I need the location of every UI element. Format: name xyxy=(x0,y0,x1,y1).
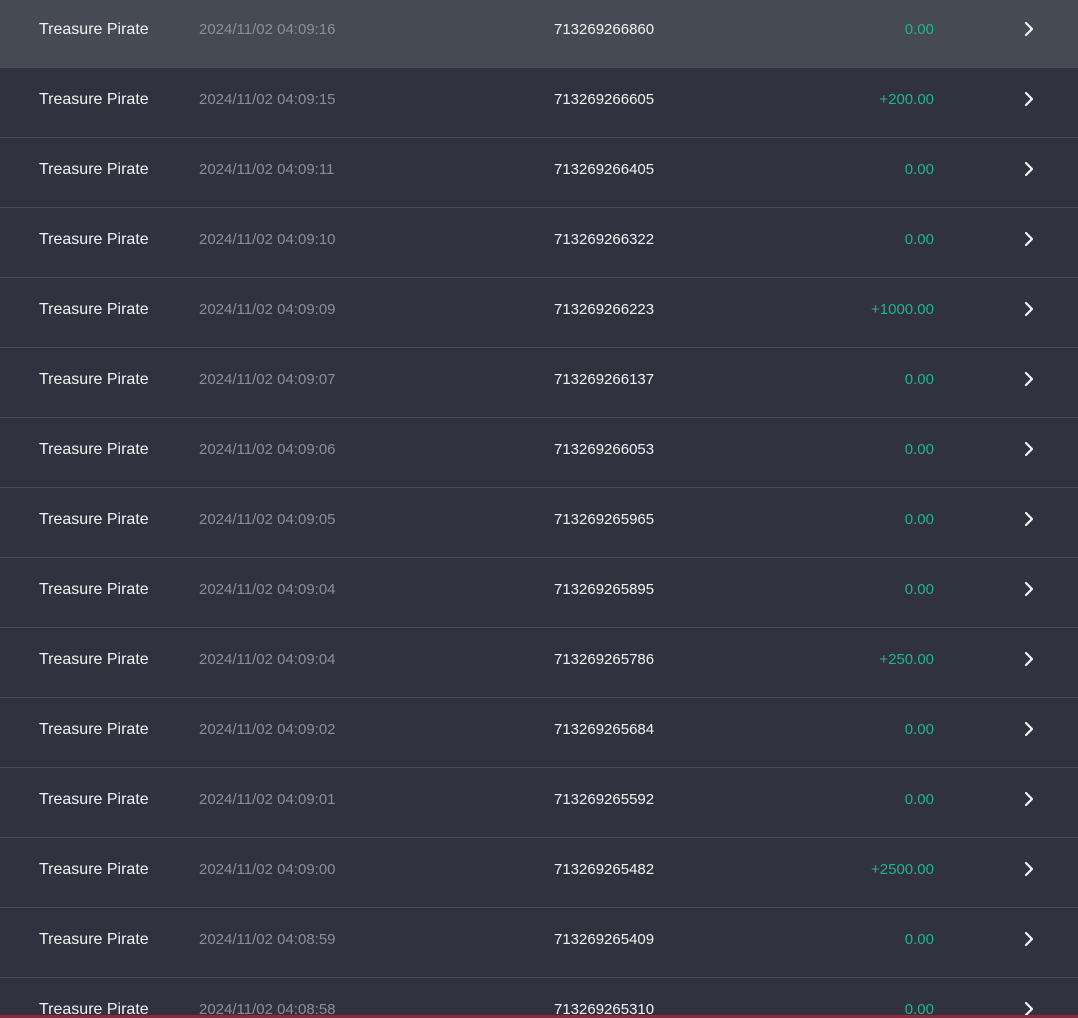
win-amount: +200.00 xyxy=(879,91,934,108)
game-name: Treasure Pirate xyxy=(39,791,149,808)
order-id: 713269265895 xyxy=(554,581,655,598)
order-id: 713269266605 xyxy=(554,91,655,108)
win-amount: +2500.00 xyxy=(871,861,934,878)
game-name: Treasure Pirate xyxy=(39,931,149,948)
chevron-right-icon[interactable] xyxy=(1022,370,1036,388)
bet-time: 2024/11/02 04:09:10 xyxy=(199,231,336,248)
win-amount: 0.00 xyxy=(904,791,934,808)
bet-time: 2024/11/02 04:09:16 xyxy=(199,21,336,38)
game-name: Treasure Pirate xyxy=(39,231,149,248)
bet-time: 2024/11/02 04:09:00 xyxy=(199,861,336,878)
chevron-right-icon[interactable] xyxy=(1022,720,1036,738)
bet-time: 2024/11/02 04:09:15 xyxy=(199,91,336,108)
bet-record-row[interactable]: Treasure Pirate 2024/11/02 04:09:01 713269… xyxy=(0,768,1078,838)
chevron-right-icon[interactable] xyxy=(1022,440,1036,458)
game-name: Treasure Pirate xyxy=(39,1001,149,1018)
order-id: 713269265592 xyxy=(554,791,655,808)
bet-record-row[interactable]: Treasure Pirate 2024/11/02 04:09:09 713269… xyxy=(0,278,1078,348)
chevron-right-icon[interactable] xyxy=(1022,790,1036,808)
win-amount: 0.00 xyxy=(904,231,934,248)
win-amount: 0.00 xyxy=(904,581,934,598)
game-name: Treasure Pirate xyxy=(39,581,149,598)
win-amount: 0.00 xyxy=(904,371,934,388)
order-id: 713269265482 xyxy=(554,861,655,878)
order-id: 713269265409 xyxy=(554,931,655,948)
game-name: Treasure Pirate xyxy=(39,511,149,528)
bet-record-row[interactable]: Treasure Pirate 2024/11/02 04:09:05 713269… xyxy=(0,488,1078,558)
chevron-right-icon[interactable] xyxy=(1022,230,1036,248)
order-id: 713269265965 xyxy=(554,511,655,528)
chevron-right-icon[interactable] xyxy=(1022,650,1036,668)
chevron-right-icon[interactable] xyxy=(1022,300,1036,318)
bet-record-row[interactable]: Treasure Pirate 2024/11/02 04:09:00 713269… xyxy=(0,838,1078,908)
chevron-right-icon[interactable] xyxy=(1022,160,1036,178)
bet-record-row[interactable]: Treasure Pirate 2024/11/02 04:09:07 713269… xyxy=(0,348,1078,418)
bet-record-row[interactable]: Treasure Pirate 2024/11/02 04:08:58 713269… xyxy=(0,978,1078,1018)
chevron-right-icon[interactable] xyxy=(1022,580,1036,598)
bet-record-row[interactable]: Treasure Pirate 2024/11/02 04:09:02 713269… xyxy=(0,698,1078,768)
bet-record-row[interactable]: Treasure Pirate 2024/11/02 04:09:06 713269… xyxy=(0,418,1078,488)
game-name: Treasure Pirate xyxy=(39,161,149,178)
bet-time: 2024/11/02 04:09:07 xyxy=(199,371,336,388)
game-name: Treasure Pirate xyxy=(39,651,149,668)
game-name: Treasure Pirate xyxy=(39,371,149,388)
game-name: Treasure Pirate xyxy=(39,721,149,738)
order-id: 713269266322 xyxy=(554,231,655,248)
bet-time: 2024/11/02 04:09:05 xyxy=(199,511,336,528)
order-id: 713269265786 xyxy=(554,651,655,668)
bet-history-list: Treasure Pirate 2024/11/02 04:09:16 713269… xyxy=(0,0,1078,1018)
win-amount: +1000.00 xyxy=(871,301,934,318)
bet-time: 2024/11/02 04:09:04 xyxy=(199,581,336,598)
bet-time: 2024/11/02 04:09:01 xyxy=(199,791,336,808)
order-id: 713269265684 xyxy=(554,721,655,738)
order-id: 713269266860 xyxy=(554,21,655,38)
order-id: 713269266137 xyxy=(554,371,655,388)
bet-time: 2024/11/02 04:08:58 xyxy=(199,1001,336,1018)
bet-record-row[interactable]: Treasure Pirate 2024/11/02 04:09:11 713269… xyxy=(0,138,1078,208)
game-name: Treasure Pirate xyxy=(39,861,149,878)
order-id: 713269266223 xyxy=(554,301,655,318)
chevron-right-icon[interactable] xyxy=(1022,20,1036,38)
win-amount: 0.00 xyxy=(904,1001,934,1018)
bet-record-row[interactable]: Treasure Pirate 2024/11/02 04:09:04 713269… xyxy=(0,628,1078,698)
bet-time: 2024/11/02 04:09:11 xyxy=(199,161,335,178)
win-amount: 0.00 xyxy=(904,21,934,38)
chevron-right-icon[interactable] xyxy=(1022,90,1036,108)
bet-time: 2024/11/02 04:09:02 xyxy=(199,721,336,738)
bet-record-row[interactable]: Treasure Pirate 2024/11/02 04:08:59 713269… xyxy=(0,908,1078,978)
bet-time: 2024/11/02 04:08:59 xyxy=(199,931,336,948)
bet-record-row[interactable]: Treasure Pirate 2024/11/02 04:09:15 713269… xyxy=(0,68,1078,138)
bet-record-row[interactable]: Treasure Pirate 2024/11/02 04:09:04 713269… xyxy=(0,558,1078,628)
game-name: Treasure Pirate xyxy=(39,21,149,38)
game-name: Treasure Pirate xyxy=(39,91,149,108)
order-id: 713269266053 xyxy=(554,441,655,458)
order-id: 713269265310 xyxy=(554,1001,655,1018)
chevron-right-icon[interactable] xyxy=(1022,930,1036,948)
bet-time: 2024/11/02 04:09:06 xyxy=(199,441,336,458)
bet-record-row[interactable]: Treasure Pirate 2024/11/02 04:09:16 713269… xyxy=(0,0,1078,68)
bet-record-row[interactable]: Treasure Pirate 2024/11/02 04:09:10 713269… xyxy=(0,208,1078,278)
win-amount: 0.00 xyxy=(904,441,934,458)
bet-time: 2024/11/02 04:09:04 xyxy=(199,651,336,668)
game-name: Treasure Pirate xyxy=(39,301,149,318)
win-amount: 0.00 xyxy=(904,511,934,528)
win-amount: 0.00 xyxy=(904,721,934,738)
order-id: 713269266405 xyxy=(554,161,655,178)
game-name: Treasure Pirate xyxy=(39,441,149,458)
win-amount: 0.00 xyxy=(904,161,934,178)
win-amount: 0.00 xyxy=(904,931,934,948)
chevron-right-icon[interactable] xyxy=(1022,510,1036,528)
win-amount: +250.00 xyxy=(879,651,934,668)
chevron-right-icon[interactable] xyxy=(1022,860,1036,878)
bet-time: 2024/11/02 04:09:09 xyxy=(199,301,336,318)
